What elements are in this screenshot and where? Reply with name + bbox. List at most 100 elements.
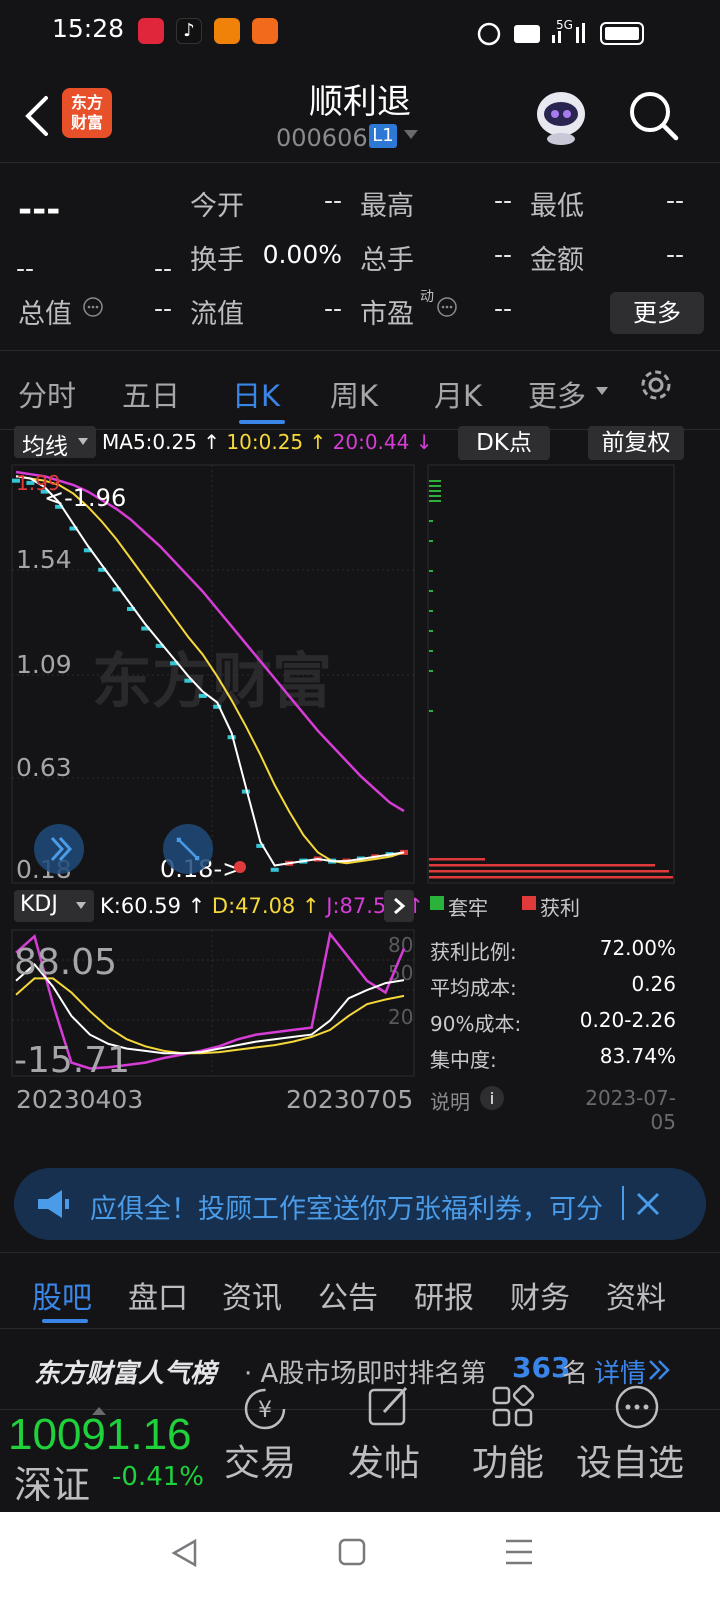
tab-five-day[interactable]: 五日 <box>122 373 180 415</box>
promo-banner[interactable]: 应俱全！投顾工作室送你万张福利券，可分 <box>14 1168 706 1240</box>
logo-text: 东方财富 <box>70 93 103 132</box>
amount-value: -- <box>665 240 684 269</box>
note-label[interactable]: 说明 <box>430 1086 470 1115</box>
svg-text:i: i <box>490 1089 494 1108</box>
next-indicator-button[interactable] <box>384 890 414 922</box>
cost-90-label: 90%成本: <box>430 1012 522 1036</box>
ma20-line <box>15 470 405 813</box>
up-arrow-icon: ↑ <box>196 430 227 454</box>
float-cap-label: 流值 <box>190 299 244 330</box>
profit-legend-swatch <box>522 896 536 910</box>
trade-label[interactable]: 交易 <box>224 1434 296 1486</box>
chip-bar-trapped <box>429 485 441 487</box>
tab-intraday[interactable]: 分时 <box>18 373 76 415</box>
chip-bar-trapped <box>429 540 433 542</box>
tab-pankou[interactable]: 盘口 <box>128 1273 188 1317</box>
close-icon[interactable] <box>634 1190 662 1218</box>
tab-news[interactable]: 资讯 <box>222 1273 282 1317</box>
ma20-value: 20:0.44 <box>332 430 410 454</box>
tab-announcements[interactable]: 公告 <box>318 1273 378 1317</box>
nav-back-icon[interactable] <box>170 1538 200 1568</box>
scroll-left-button <box>34 824 84 874</box>
chip-date: 2023-07-05 <box>585 1086 676 1134</box>
tab-more[interactable]: 更多 <box>528 373 586 415</box>
down-arrow-icon: ↓ <box>409 430 433 454</box>
index-value[interactable]: 10091.16 <box>8 1410 192 1460</box>
compose-post-icon[interactable] <box>366 1384 412 1430</box>
info-dots-icon[interactable] <box>82 296 104 318</box>
change-amount: -- <box>16 254 35 283</box>
alarm-icon <box>477 22 501 46</box>
back-arrow-icon[interactable] <box>18 92 58 140</box>
tab-weekly-k[interactable]: 周K <box>330 373 378 415</box>
adjust-price-button[interactable]: 前复权 <box>588 426 684 460</box>
grid-functions-icon[interactable] <box>490 1384 536 1430</box>
high-value: -- <box>493 186 512 215</box>
chip-bar-trapped <box>429 500 441 502</box>
tab-profile[interactable]: 资料 <box>606 1273 666 1317</box>
functions-label[interactable]: 功能 <box>472 1434 544 1486</box>
chip-bar-profit <box>429 858 485 861</box>
info-icon[interactable]: i <box>478 1084 506 1112</box>
trade-yuan-icon[interactable]: ¥ <box>242 1386 288 1432</box>
kdj-indicator-select[interactable]: KDJ <box>14 890 94 922</box>
bottom-toolbar: 10091.16 深证 -0.41% ¥ 交易 发帖 功能 设自选 <box>0 1384 720 1512</box>
page-title: 顺利退 <box>309 82 411 122</box>
kdj-tick-label: 20 <box>388 1005 413 1029</box>
tab-guba[interactable]: 股吧 <box>32 1273 92 1317</box>
high-label: 最高 <box>360 191 414 222</box>
kdj-values: K:60.59 ↑ D:47.08 ↑ J:87.59 ↑ <box>100 894 424 918</box>
chip-bar-profit <box>429 870 669 873</box>
search-icon[interactable] <box>626 88 682 144</box>
more-dots-icon[interactable] <box>614 1384 660 1430</box>
app-notification-icon <box>138 18 164 44</box>
ma-indicator-select[interactable]: 均线 <box>14 426 96 460</box>
ma10-value: 10:0.25 <box>226 430 304 454</box>
dk-point-marker <box>234 861 246 873</box>
up-arrow-icon: ↑ <box>180 894 212 918</box>
float-cap-value: -- <box>323 294 342 323</box>
robot-avatar-icon[interactable] <box>530 84 592 146</box>
ma-values: MA5:0.25 ↑ 10:0.25 ↑ 20:0.44 ↓ <box>102 430 432 454</box>
nav-menu-icon[interactable] <box>504 1538 534 1566</box>
kdj-top-value: 88.05 <box>14 942 117 983</box>
chip-frame <box>427 464 675 884</box>
header-divider <box>0 162 720 163</box>
last-price: --- <box>18 190 61 230</box>
chevron-up-icon <box>92 1407 106 1415</box>
tab-research[interactable]: 研报 <box>414 1273 474 1317</box>
network-type: 5G <box>556 18 573 32</box>
y-tick-label: 1.09 <box>16 650 72 679</box>
profit-legend-label: 获利 <box>540 896 580 920</box>
dk-point-button[interactable]: DK点 <box>458 426 550 460</box>
post-label[interactable]: 发帖 <box>348 1434 420 1486</box>
more-quote-button[interactable]: 更多 <box>610 292 704 334</box>
gear-icon[interactable] <box>636 365 676 405</box>
watermark: 东方财富 <box>92 647 332 717</box>
svg-text:¥: ¥ <box>258 1398 272 1423</box>
chip-bar-trapped <box>429 630 433 632</box>
hd-icon <box>514 25 540 43</box>
chevron-down-icon <box>76 902 86 909</box>
profit-ratio-value: 72.00% <box>599 936 676 960</box>
pe-value: -- <box>493 294 512 323</box>
cost-90-value: 0.20-2.26 <box>579 1008 676 1032</box>
tab-monthly-k[interactable]: 月K <box>434 373 482 415</box>
app-logo: 东方财富 <box>62 88 112 138</box>
tab-finance[interactable]: 财务 <box>510 1273 570 1317</box>
trapped-legend-swatch <box>430 896 444 910</box>
chevron-down-icon[interactable] <box>404 130 418 140</box>
volume-label: 总手 <box>360 245 414 276</box>
y-tick-label: 1.54 <box>16 545 72 574</box>
chevron-right-icon <box>394 897 406 915</box>
add-watchlist-label[interactable]: 设自选 <box>576 1434 684 1486</box>
kdj-bottom-value: -15.71 <box>14 1040 130 1081</box>
popularity-bar[interactable]: 东方财富人气榜 · A股市场即时排名第 363 名 详情 <box>0 1328 720 1410</box>
banner-divider <box>622 1186 624 1220</box>
active-section-indicator <box>42 1319 88 1323</box>
nav-home-icon[interactable] <box>338 1538 366 1566</box>
low-label: 最低 <box>530 191 584 222</box>
stock-code: 000606 <box>276 124 368 152</box>
chip-bar-profit <box>429 876 673 879</box>
tab-daily-k[interactable]: 日K <box>232 373 280 415</box>
